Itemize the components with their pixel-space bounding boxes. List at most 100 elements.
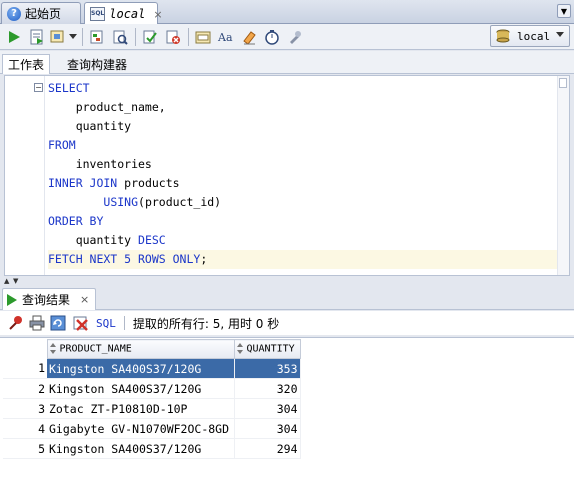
- autotrace-button[interactable]: [49, 26, 67, 48]
- cell-quantity[interactable]: 353: [234, 358, 301, 379]
- panel-splitter[interactable]: ▲ ▼: [0, 277, 574, 285]
- run-icon: [9, 30, 20, 43]
- cell-quantity[interactable]: 304: [234, 398, 301, 419]
- results-table: PRODUCT_NAME QUANTITY 1 Kingston SA400S37…: [3, 339, 301, 459]
- cell-quantity[interactable]: 294: [234, 438, 301, 459]
- code-line[interactable]: SELECT: [48, 79, 558, 98]
- sql-keyword: FETCH NEXT 5 ROWS ONLY: [48, 252, 201, 266]
- sql-worksheet-icon: SQL: [90, 7, 106, 21]
- toolbar-separator: [123, 316, 125, 330]
- editor-gutter: −: [5, 76, 45, 275]
- autotrace-dropdown[interactable]: [68, 26, 78, 48]
- sql-keyword: INNER JOIN: [48, 176, 118, 190]
- cell-quantity[interactable]: 320: [234, 378, 301, 399]
- sql-text: inventories: [48, 157, 152, 171]
- sql-text: ;: [200, 252, 208, 266]
- sql-keyword: DESC: [138, 233, 166, 247]
- table-row[interactable]: 2 Kingston SA400S37/120G 320: [3, 378, 301, 399]
- sql-keyword: SELECT: [48, 81, 90, 95]
- wrench-icon: [290, 30, 301, 44]
- row-number: 5: [3, 438, 47, 459]
- cell-product-name[interactable]: Kingston SA400S37/120G: [47, 378, 235, 399]
- tab-query-result[interactable]: 查询结果 ×: [2, 288, 97, 310]
- explain-plan-button[interactable]: [86, 26, 108, 48]
- sql-history-button[interactable]: [192, 26, 214, 48]
- code-line[interactable]: inventories: [48, 155, 558, 174]
- refresh-sql-icon: [50, 315, 66, 331]
- sort-icon[interactable]: [236, 343, 244, 355]
- column-header-product-name[interactable]: PRODUCT_NAME: [46, 339, 235, 359]
- cancel-query-button[interactable]: [71, 312, 91, 334]
- sql-history-icon: [195, 31, 211, 43]
- connection-name: local: [517, 29, 551, 43]
- cancel-sql-icon: [73, 316, 88, 331]
- change-case-icon: Aa: [217, 31, 233, 44]
- connection-selector[interactable]: local: [490, 25, 570, 47]
- commit-button[interactable]: [139, 26, 161, 48]
- sql-keyword: FROM: [48, 138, 76, 152]
- rollback-button[interactable]: [162, 26, 184, 48]
- code-line[interactable]: USING(product_id): [48, 193, 558, 212]
- database-icon: [496, 29, 510, 43]
- tab-query-builder[interactable]: 查询构建器: [62, 54, 132, 74]
- editor-mode-tabs: 工作表 查询构建器: [0, 51, 574, 74]
- row-number: 1: [3, 358, 47, 379]
- code-line[interactable]: FETCH NEXT 5 ROWS ONLY;: [48, 250, 558, 269]
- code-line[interactable]: INNER JOIN products: [48, 174, 558, 193]
- sql-text: products: [117, 176, 180, 190]
- svg-text:Aa: Aa: [217, 31, 233, 44]
- tab-list-dropdown-icon[interactable]: ▼: [557, 4, 571, 18]
- toolbar-separator: [188, 27, 189, 46]
- cell-quantity[interactable]: 304: [234, 418, 301, 439]
- cell-product-name[interactable]: Gigabyte GV-N1070WF2OC-8GD: [47, 418, 235, 439]
- print-button[interactable]: [27, 312, 47, 334]
- row-number-header: [3, 339, 47, 359]
- close-tab-icon[interactable]: ×: [80, 293, 89, 306]
- tab-start-page-label: 起始页: [25, 7, 62, 21]
- sql-tuning-advisor-button[interactable]: [261, 26, 283, 48]
- code-line[interactable]: FROM: [48, 136, 558, 155]
- table-row[interactable]: 3 Zotac ZT-P10810D-10P 304: [3, 398, 301, 419]
- editor-vertical-scrollbar[interactable]: [557, 76, 569, 275]
- cell-product-name[interactable]: Zotac ZT-P10810D-10P: [47, 398, 235, 419]
- code-line[interactable]: product_name,: [48, 98, 558, 117]
- sql-tuning-button[interactable]: [109, 26, 131, 48]
- run-script-button[interactable]: [26, 26, 48, 48]
- freeze-view-button[interactable]: [6, 312, 26, 334]
- refresh-button[interactable]: [48, 312, 70, 334]
- cell-product-name[interactable]: Kingston SA400S37/120G: [47, 438, 235, 459]
- tools-button[interactable]: [284, 26, 306, 48]
- tab-local-worksheet[interactable]: SQL local ×: [84, 2, 163, 25]
- editor-scroll-thumb[interactable]: [559, 78, 567, 88]
- sql-code[interactable]: SELECT product_name, quantity FROM invent…: [48, 79, 558, 269]
- to-upper-lower-button[interactable]: Aa: [215, 26, 237, 48]
- table-row[interactable]: 4 Gigabyte GV-N1070WF2OC-8GD 304: [3, 418, 301, 439]
- cell-product-name[interactable]: Kingston SA400S37/120G: [47, 358, 235, 379]
- autotrace-icon: [50, 30, 64, 42]
- toolbar-separator: [135, 27, 136, 46]
- worksheet-toolbar: Aa: [0, 24, 574, 50]
- tab-worksheet[interactable]: 工作表: [2, 54, 51, 74]
- sql-text: (product_id): [138, 195, 222, 209]
- sql-text: quantity: [48, 233, 139, 247]
- sort-icon[interactable]: [49, 343, 57, 355]
- tab-start-page[interactable]: ? 起始页: [1, 2, 81, 24]
- code-line[interactable]: ORDER BY: [48, 212, 558, 231]
- collapse-up-icon[interactable]: ▲: [4, 277, 9, 285]
- table-row[interactable]: 1 Kingston SA400S37/120G 353: [3, 358, 301, 379]
- sql-link[interactable]: SQL: [96, 317, 116, 330]
- sql-developer-window: ? 起始页 SQL local × ▼ Aa local 工作表 查询构建器 −…: [0, 0, 574, 493]
- collapse-down-icon[interactable]: ▼: [13, 277, 18, 285]
- column-header-quantity[interactable]: QUANTITY: [233, 339, 301, 359]
- code-line[interactable]: quantity: [48, 117, 558, 136]
- sql-tuning-icon: [113, 30, 128, 45]
- clear-button[interactable]: [238, 26, 260, 48]
- table-row[interactable]: 5 Kingston SA400S37/120G 294: [3, 438, 301, 459]
- run-statement-button[interactable]: [3, 26, 25, 48]
- code-line[interactable]: quantity DESC: [48, 231, 558, 250]
- sql-editor[interactable]: − SELECT product_name, quantity FROM inve…: [4, 75, 570, 276]
- pin-icon: [9, 316, 22, 330]
- close-tab-icon[interactable]: ×: [153, 8, 162, 21]
- fold-collapse-icon[interactable]: −: [34, 83, 43, 92]
